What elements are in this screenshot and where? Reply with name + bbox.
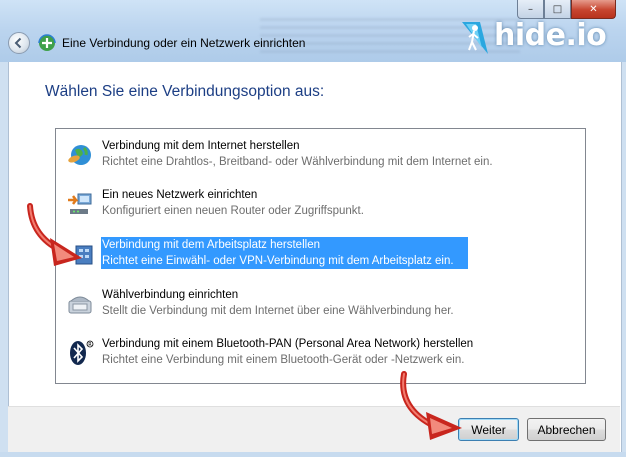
option-dialup[interactable]: Wählverbindung einrichten Stellt die Ver… bbox=[61, 288, 581, 324]
cancel-button[interactable]: Abbrechen bbox=[527, 418, 606, 441]
minimize-button[interactable]: – bbox=[517, 0, 544, 19]
option-description: Konfiguriert einen neuen Router oder Zug… bbox=[102, 204, 364, 217]
option-description: Richtet eine Verbindung mit einem Blueto… bbox=[102, 353, 465, 366]
option-description: Richtet eine Drahtlos-, Breitband- oder … bbox=[102, 155, 493, 168]
option-title: Verbindung mit dem Arbeitsplatz herstell… bbox=[102, 239, 320, 251]
option-title: Verbindung mit dem Internet herstellen bbox=[102, 140, 300, 152]
globe-internet-icon bbox=[68, 145, 91, 165]
window-controls: – □ ✕ bbox=[517, 0, 616, 20]
option-internet[interactable]: Verbindung mit dem Internet herstellen R… bbox=[61, 139, 581, 175]
bluetooth-icon: R bbox=[70, 340, 94, 365]
connection-options-list: Verbindung mit dem Internet herstellen R… bbox=[55, 128, 586, 384]
close-button[interactable]: ✕ bbox=[571, 0, 616, 19]
svg-text:R: R bbox=[88, 342, 92, 348]
dialog-content: Wählen Sie eine Verbindungsoption aus: V… bbox=[8, 62, 622, 452]
page-heading: Wählen Sie eine Verbindungsoption aus: bbox=[45, 83, 325, 100]
annotation-arrow-icon bbox=[400, 371, 462, 440]
option-title: Verbindung mit einem Bluetooth-PAN (Pers… bbox=[102, 338, 474, 350]
maximize-button[interactable]: □ bbox=[544, 0, 571, 19]
option-title: Ein neues Netzwerk einrichten bbox=[102, 189, 258, 201]
network-setup-icon bbox=[38, 34, 56, 51]
annotation-arrow-icon bbox=[27, 203, 82, 266]
window-frame-bottom bbox=[0, 452, 626, 457]
title-bar: Eine Verbindung oder ein Netzwerk einric… bbox=[0, 0, 626, 62]
logo-text: hide.io bbox=[494, 18, 607, 53]
option-new-network[interactable]: Ein neues Netzwerk einrichten Konfigurie… bbox=[61, 188, 581, 224]
option-workplace[interactable]: Verbindung mit dem Arbeitsplatz herstell… bbox=[61, 237, 581, 274]
back-button[interactable] bbox=[8, 32, 30, 54]
option-title: Wählverbindung einrichten bbox=[102, 289, 239, 301]
option-description: Stellt die Verbindung mit dem Internet ü… bbox=[102, 304, 454, 317]
window-title: Eine Verbindung oder ein Netzwerk einric… bbox=[62, 36, 306, 50]
dialup-modem-icon bbox=[68, 296, 92, 314]
dialog-footer: Weiter Abbrechen bbox=[8, 406, 620, 452]
option-description: Richtet eine Einwähl- oder VPN-Verbindun… bbox=[102, 254, 454, 267]
option-bluetooth[interactable]: R Verbindung mit einem Bluetooth-PAN (Pe… bbox=[61, 337, 581, 373]
back-arrow-icon bbox=[14, 37, 22, 49]
